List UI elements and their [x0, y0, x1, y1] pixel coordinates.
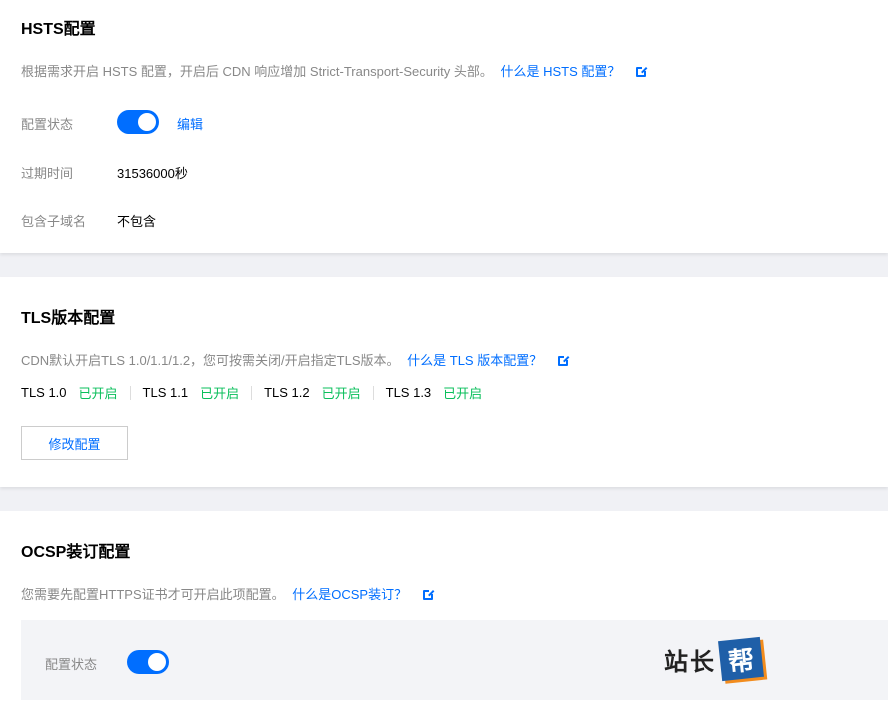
tls-version-status: 已开启: [321, 386, 361, 401]
hsts-expiry-value: 31536000秒: [117, 166, 188, 181]
hsts-help-link[interactable]: 什么是 HSTS 配置？: [501, 64, 621, 79]
tls-version-status: 已开启: [78, 386, 118, 401]
hsts-description-text: 根据需求开启 HSTS 配置，开启后 CDN 响应增加 Strict-Trans…: [21, 64, 493, 79]
ocsp-card: OCSP装订配置 您需要先配置HTTPS证书才可开启此项配置。 什么是OCSP装…: [0, 511, 888, 720]
tls-description: CDN默认开启TLS 1.0/1.1/1.2，您可按需关闭/开启指定TLS版本。…: [21, 350, 569, 369]
external-link-icon[interactable]: [422, 589, 434, 600]
hsts-status-label: 配置状态: [21, 117, 74, 132]
ocsp-description-text: 您需要先配置HTTPS证书才可开启此项配置。: [21, 587, 285, 602]
hsts-card: HSTS配置 根据需求开启 HSTS 配置，开启后 CDN 响应增加 Stric…: [0, 0, 888, 253]
tls-version-name: TLS 1.3: [385, 385, 432, 400]
hsts-description: 根据需求开启 HSTS 配置，开启后 CDN 响应增加 Strict-Trans…: [21, 61, 648, 80]
tls-help-link[interactable]: 什么是 TLS 版本配置？: [407, 353, 542, 368]
modify-config-button[interactable]: 修改配置: [21, 426, 128, 460]
ocsp-help-link[interactable]: 什么是OCSP装订？: [292, 587, 407, 602]
watermark-box: 帮: [718, 636, 764, 682]
tls-version-item: TLS 1.3 已开启: [386, 383, 483, 402]
watermark-text: 站长: [664, 648, 716, 676]
tls-description-text: CDN默认开启TLS 1.0/1.1/1.2，您可按需关闭/开启指定TLS版本。: [21, 353, 400, 368]
divider: [129, 385, 131, 400]
ocsp-status-toggle[interactable]: [127, 650, 169, 674]
hsts-title: HSTS配置: [21, 21, 96, 38]
toggle-knob: [148, 653, 166, 671]
tls-version-item: TLS 1.0 已开启: [21, 383, 118, 402]
hsts-expiry-label: 过期时间: [21, 166, 74, 181]
tls-version-name: TLS 1.0: [21, 385, 67, 400]
ocsp-description: 您需要先配置HTTPS证书才可开启此项配置。 什么是OCSP装订？: [21, 584, 434, 603]
tls-title: TLS版本配置: [21, 310, 116, 327]
toggle-knob: [138, 113, 156, 131]
external-link-icon[interactable]: [557, 355, 569, 366]
tls-version-name: TLS 1.2: [264, 385, 310, 400]
tls-version-name: TLS 1.1: [142, 385, 189, 400]
tls-version-status: 已开启: [200, 386, 240, 401]
tls-version-list: TLS 1.0 已开启 TLS 1.1 已开启 TLS 1.2 已开启 TLS …: [21, 383, 482, 402]
external-link-icon[interactable]: [636, 66, 648, 77]
tls-card: TLS版本配置 CDN默认开启TLS 1.0/1.1/1.2，您可按需关闭/开启…: [0, 277, 888, 487]
divider: [251, 385, 253, 400]
watermark-logo: 站长 帮: [664, 636, 764, 682]
ocsp-title: OCSP装订配置: [21, 544, 131, 561]
hsts-status-toggle[interactable]: [117, 110, 159, 134]
divider: [372, 385, 374, 400]
hsts-edit-link[interactable]: 编辑: [177, 114, 203, 133]
tls-version-item: TLS 1.2 已开启: [264, 383, 361, 402]
ocsp-status-label: 配置状态: [45, 657, 98, 672]
tls-version-status: 已开启: [443, 386, 483, 401]
hsts-subdomain-label: 包含子域名: [21, 214, 87, 229]
hsts-subdomain-value: 不包含: [117, 214, 157, 229]
tls-version-item: TLS 1.1 已开启: [143, 383, 240, 402]
